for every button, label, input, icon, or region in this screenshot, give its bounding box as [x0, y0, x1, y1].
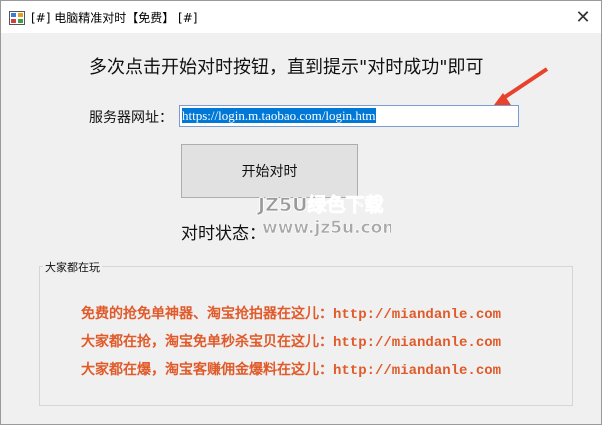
promo-text: 大家都在爆，淘宝客赚佣金爆料在这儿： [81, 362, 333, 378]
promo-text: 大家都在抢，淘宝免单秒杀宝贝在这儿： [81, 334, 333, 350]
window-title: [#] 电脑精准对时【免费】 [#] [31, 11, 198, 25]
promo-url: http://miandanle.com [333, 335, 502, 351]
promo-link-3[interactable]: 大家都在爆，淘宝客赚佣金爆料在这儿：http://miandanle.com [81, 359, 501, 379]
watermark-line2: www.jz5u.com [262, 218, 391, 238]
server-url-value: https://login.m.taobao.com/login.htm [182, 108, 376, 123]
server-url-input[interactable]: https://login.m.taobao.com/login.htm [179, 105, 519, 127]
groupbox-title: 大家都在玩 [43, 259, 102, 275]
server-url-label: 服务器网址： [89, 110, 173, 126]
title-bar: [#] 电脑精准对时【免费】 [#] ✕ [1, 1, 601, 33]
app-icon [9, 11, 25, 25]
promo-url: http://miandanle.com [333, 363, 502, 379]
instruction-headline: 多次点击开始对时按钮，直到提示"对时成功"即可 [89, 57, 484, 78]
start-sync-label: 开始对时 [241, 164, 298, 180]
close-button[interactable]: ✕ [565, 1, 601, 33]
app-window: [#] 电脑精准对时【免费】 [#] ✕ 多次点击开始对时按钮，直到提示"对时成… [0, 0, 602, 425]
promo-link-1[interactable]: 免费的抢免单神器、淘宝抢拍器在这儿：http://miandanle.com [81, 303, 501, 323]
watermark-logo: JZ5U绿色下载 www.jz5u.com [256, 193, 391, 239]
close-icon: ✕ [575, 6, 591, 28]
promo-text: 免费的抢免单神器、淘宝抢拍器在这儿： [81, 306, 333, 322]
watermark-line1: JZ5U绿色下载 [256, 193, 384, 216]
promo-url: http://miandanle.com [333, 307, 502, 323]
sync-status-label: 对时状态： [181, 224, 266, 244]
promo-link-2[interactable]: 大家都在抢，淘宝免单秒杀宝贝在这儿：http://miandanle.com [81, 331, 501, 351]
